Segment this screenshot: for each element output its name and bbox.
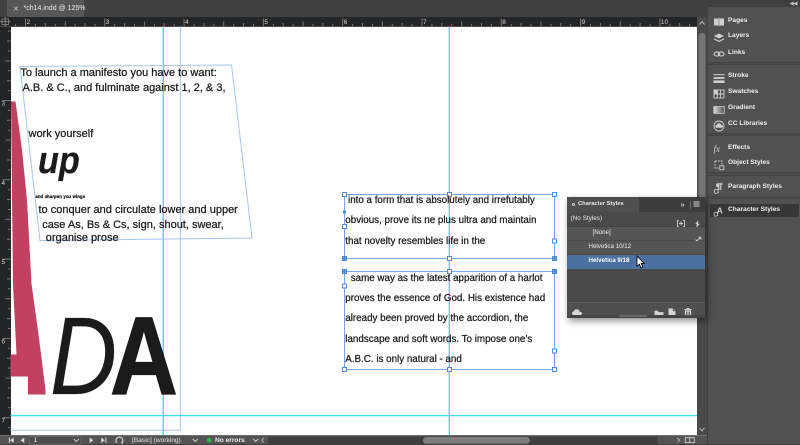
svg-text:fx: fx bbox=[714, 144, 721, 154]
